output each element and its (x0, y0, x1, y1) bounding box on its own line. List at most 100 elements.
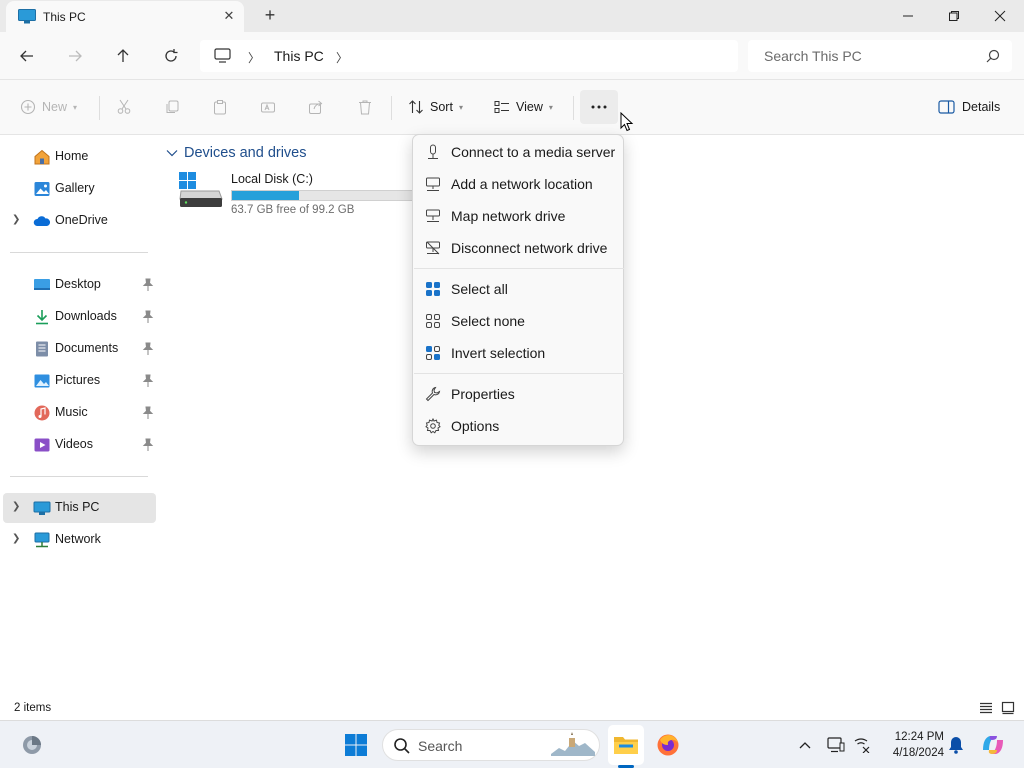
rename-icon (261, 102, 275, 113)
sort-icon (409, 100, 423, 114)
start-button[interactable] (340, 729, 372, 761)
menu-item-label: Options (451, 418, 500, 434)
more-options-button[interactable] (580, 90, 618, 124)
chevron-down-icon: ▾ (73, 102, 78, 112)
more-options-menu: Connect to a media server Add a network … (412, 134, 624, 446)
drive-icon (178, 171, 224, 212)
details-view-icon[interactable] (979, 701, 993, 718)
view-button[interactable]: View ▾ (494, 94, 553, 120)
pin-icon[interactable] (142, 278, 154, 292)
chevron-right-icon[interactable]: ❯ (12, 214, 22, 228)
new-label: New (42, 100, 68, 114)
computer-icon (214, 48, 231, 67)
pin-icon[interactable] (142, 438, 154, 452)
menu-item-label: Add a network location (451, 176, 593, 192)
large-icons-view-icon[interactable] (1001, 701, 1015, 718)
sidebar-item-label: Gallery (55, 181, 95, 195)
menu-item-select-none[interactable]: Select none (417, 306, 621, 336)
menu-item-add-network-location[interactable]: Add a network location (417, 169, 621, 199)
cut-button[interactable] (116, 94, 132, 120)
display-icon[interactable] (826, 735, 846, 755)
copy-button[interactable] (164, 94, 180, 120)
this-pc-icon (33, 499, 51, 517)
paste-button[interactable] (212, 94, 228, 120)
bell-icon[interactable] (946, 735, 966, 755)
share-button[interactable] (308, 94, 324, 120)
tab-this-pc[interactable]: This PC ✕ (6, 1, 244, 32)
delete-button[interactable] (357, 94, 373, 120)
sidebar-item-videos[interactable]: Videos (3, 430, 156, 460)
clock-time: 12:24 PM (894, 731, 944, 743)
sort-button[interactable]: Sort ▾ (408, 94, 463, 120)
taskbar: Search 12:24 PM 4/18/2024 (0, 720, 1024, 768)
rename-button[interactable] (260, 94, 276, 120)
details-button[interactable]: Details (938, 94, 1000, 120)
pin-icon[interactable] (142, 342, 154, 356)
menu-item-label: Connect to a media server (451, 144, 616, 160)
sidebar-item-documents[interactable]: Documents (3, 334, 156, 364)
onedrive-icon (33, 212, 51, 230)
network-disconnected-icon[interactable] (852, 735, 872, 755)
this-pc-icon (18, 9, 36, 24)
back-button[interactable] (15, 44, 39, 68)
chevron-right-icon[interactable]: ❯ (12, 501, 22, 515)
menu-item-map-network-drive[interactable]: Map network drive (417, 201, 621, 231)
close-window-button[interactable] (977, 0, 1023, 32)
divider (10, 252, 148, 253)
sidebar-item-this-pc[interactable]: ❯ This PC (3, 493, 156, 523)
taskbar-search[interactable]: Search (382, 729, 600, 761)
taskbar-search-label: Search (418, 738, 463, 754)
firefox-icon[interactable] (652, 729, 684, 761)
network-icon (33, 531, 51, 549)
chevron-right-icon[interactable]: 〉 (336, 49, 348, 66)
sidebar-item-network[interactable]: ❯ Network (3, 525, 156, 555)
sidebar-item-gallery[interactable]: Gallery (3, 174, 156, 204)
menu-item-connect-media-server[interactable]: Connect to a media server (417, 137, 621, 167)
pin-icon[interactable] (142, 374, 154, 388)
sidebar-item-label: Desktop (55, 277, 101, 291)
group-devices-and-drives[interactable]: Devices and drives (166, 145, 307, 161)
sidebar-item-home[interactable]: Home (3, 142, 156, 172)
view-list-icon (494, 101, 509, 113)
pin-icon[interactable] (142, 406, 154, 420)
map-drive-icon (425, 208, 441, 224)
breadcrumb[interactable]: 〉 This PC 〉 (200, 40, 738, 72)
copilot-icon[interactable] (980, 732, 1006, 758)
widgets-icon[interactable] (16, 729, 48, 761)
forward-button[interactable] (63, 44, 87, 68)
system-clock[interactable]: 12:24 PM 4/18/2024 (880, 729, 944, 761)
menu-item-disconnect-network-drive[interactable]: Disconnect network drive (417, 233, 621, 263)
restore-button[interactable] (931, 0, 977, 32)
drive-usage-fill (232, 191, 300, 200)
menu-item-label: Invert selection (451, 345, 546, 361)
sidebar-item-downloads[interactable]: Downloads (3, 302, 156, 332)
menu-item-properties[interactable]: Properties (417, 379, 621, 409)
sidebar-item-pictures[interactable]: Pictures (3, 366, 156, 396)
search-input[interactable]: Search This PC (748, 40, 1012, 72)
sidebar-item-onedrive[interactable]: ❯ OneDrive (3, 206, 156, 236)
close-tab-icon[interactable]: ✕ (220, 7, 238, 25)
file-explorer-icon[interactable] (610, 729, 642, 761)
menu-item-options[interactable]: Options (417, 411, 621, 441)
windows-logo-icon (345, 734, 367, 756)
minimize-button[interactable] (885, 0, 931, 32)
pin-icon[interactable] (142, 310, 154, 324)
sidebar-item-label: Music (55, 405, 88, 419)
address-bar: 〉 This PC 〉 Search This PC (0, 32, 1024, 80)
menu-item-select-all[interactable]: Select all (417, 274, 621, 304)
sidebar-item-desktop[interactable]: Desktop (3, 270, 156, 300)
chevron-right-icon[interactable]: ❯ (12, 533, 22, 547)
chevron-right-icon[interactable]: 〉 (248, 49, 260, 66)
refresh-button[interactable] (159, 44, 183, 68)
new-button[interactable]: New ▾ (20, 94, 77, 120)
chevron-up-icon[interactable] (795, 735, 815, 755)
navigation-pane: Home Gallery ❯ OneDrive Desktop Download… (0, 135, 158, 695)
command-bar: New ▾ Sort ▾ View ▾ Details (0, 80, 1024, 135)
up-button[interactable] (111, 44, 135, 68)
sidebar-item-label: Documents (55, 341, 119, 355)
new-tab-button[interactable]: + (258, 6, 282, 26)
menu-item-invert-selection[interactable]: Invert selection (417, 338, 621, 368)
drive-usage-bar (231, 190, 421, 201)
sidebar-item-music[interactable]: Music (3, 398, 156, 428)
breadcrumb-this-pc[interactable]: This PC (274, 48, 324, 64)
